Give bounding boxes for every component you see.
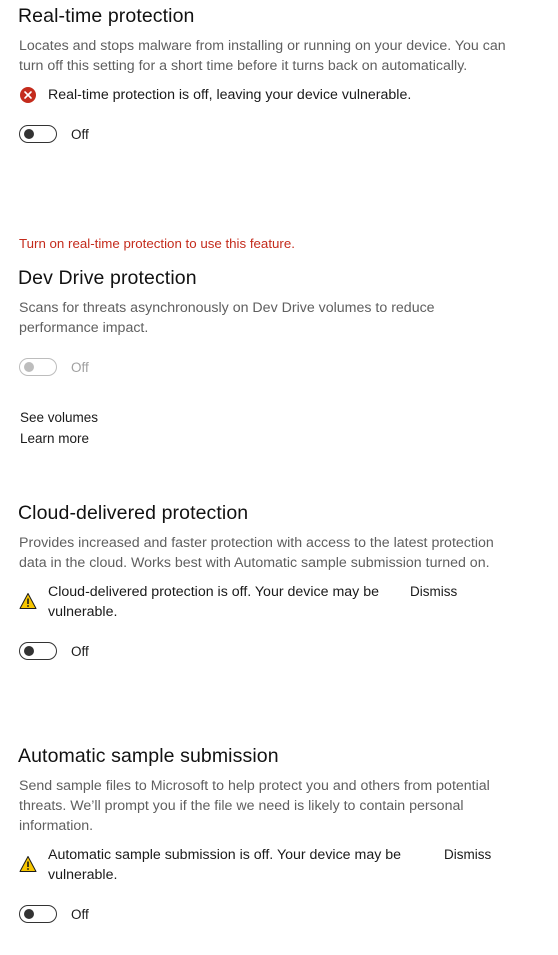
realtime-protection-title: Real-time protection <box>18 5 195 27</box>
devdrive-links: See volumes Learn more <box>20 407 518 449</box>
cloud-protection-section: Cloud-delivered protection Provides incr… <box>18 501 518 661</box>
devdrive-protection-title: Dev Drive protection <box>18 267 197 289</box>
warning-icon <box>19 592 37 610</box>
sample-submission-title: Automatic sample submission <box>18 745 279 767</box>
sample-submission-dismiss-button[interactable]: Dismiss <box>444 845 491 865</box>
sample-submission-toggle[interactable] <box>19 905 57 923</box>
error-icon <box>19 86 37 104</box>
cloud-protection-dismiss-button[interactable]: Dismiss <box>410 582 457 602</box>
realtime-protection-status: Real-time protection is off, leaving you… <box>19 85 518 105</box>
devdrive-requirement-note: Turn on real-time protection to use this… <box>19 236 295 251</box>
realtime-protection-section: Real-time protection Locates and stops m… <box>18 4 518 144</box>
cloud-protection-description: Provides increased and faster protection… <box>19 535 494 571</box>
realtime-protection-toggle-label: Off <box>71 126 89 142</box>
sample-submission-status-text: Automatic sample submission is off. Your… <box>48 847 402 883</box>
realtime-protection-status-text: Real-time protection is off, leaving you… <box>48 87 412 103</box>
sample-submission-status: Automatic sample submission is off. Your… <box>19 845 518 885</box>
toggle-knob <box>24 362 34 372</box>
devdrive-protection-section: Dev Drive protection Scans for threats a… <box>18 266 518 449</box>
realtime-protection-description: Locates and stops malware from installin… <box>19 38 506 74</box>
devdrive-protection-toggle[interactable] <box>19 358 57 376</box>
see-volumes-link[interactable]: See volumes <box>20 407 518 428</box>
sample-submission-toggle-label: Off <box>71 906 89 922</box>
sample-submission-toggle-row: Off <box>19 904 518 924</box>
warning-icon <box>19 855 37 873</box>
virus-protection-settings-page: Real-time protection Locates and stops m… <box>0 0 558 955</box>
devdrive-protection-toggle-label: Off <box>71 359 89 375</box>
cloud-protection-toggle-label: Off <box>71 643 89 659</box>
learn-more-link[interactable]: Learn more <box>20 428 518 449</box>
devdrive-protection-description: Scans for threats asynchronously on Dev … <box>19 300 435 336</box>
cloud-protection-toggle-row: Off <box>19 641 518 661</box>
sample-submission-section: Automatic sample submission Send sample … <box>18 744 518 924</box>
sample-submission-description: Send sample files to Microsoft to help p… <box>19 778 490 834</box>
toggle-knob <box>24 909 34 919</box>
cloud-protection-title: Cloud-delivered protection <box>18 502 249 524</box>
cloud-protection-status-text: Cloud-delivered protection is off. Your … <box>48 584 379 620</box>
cloud-protection-status: Cloud-delivered protection is off. Your … <box>19 582 518 622</box>
realtime-protection-toggle[interactable] <box>19 125 57 143</box>
devdrive-protection-toggle-row: Off <box>19 357 518 377</box>
realtime-protection-toggle-row: Off <box>19 124 518 144</box>
toggle-knob <box>24 646 34 656</box>
cloud-protection-toggle[interactable] <box>19 642 57 660</box>
toggle-knob <box>24 129 34 139</box>
